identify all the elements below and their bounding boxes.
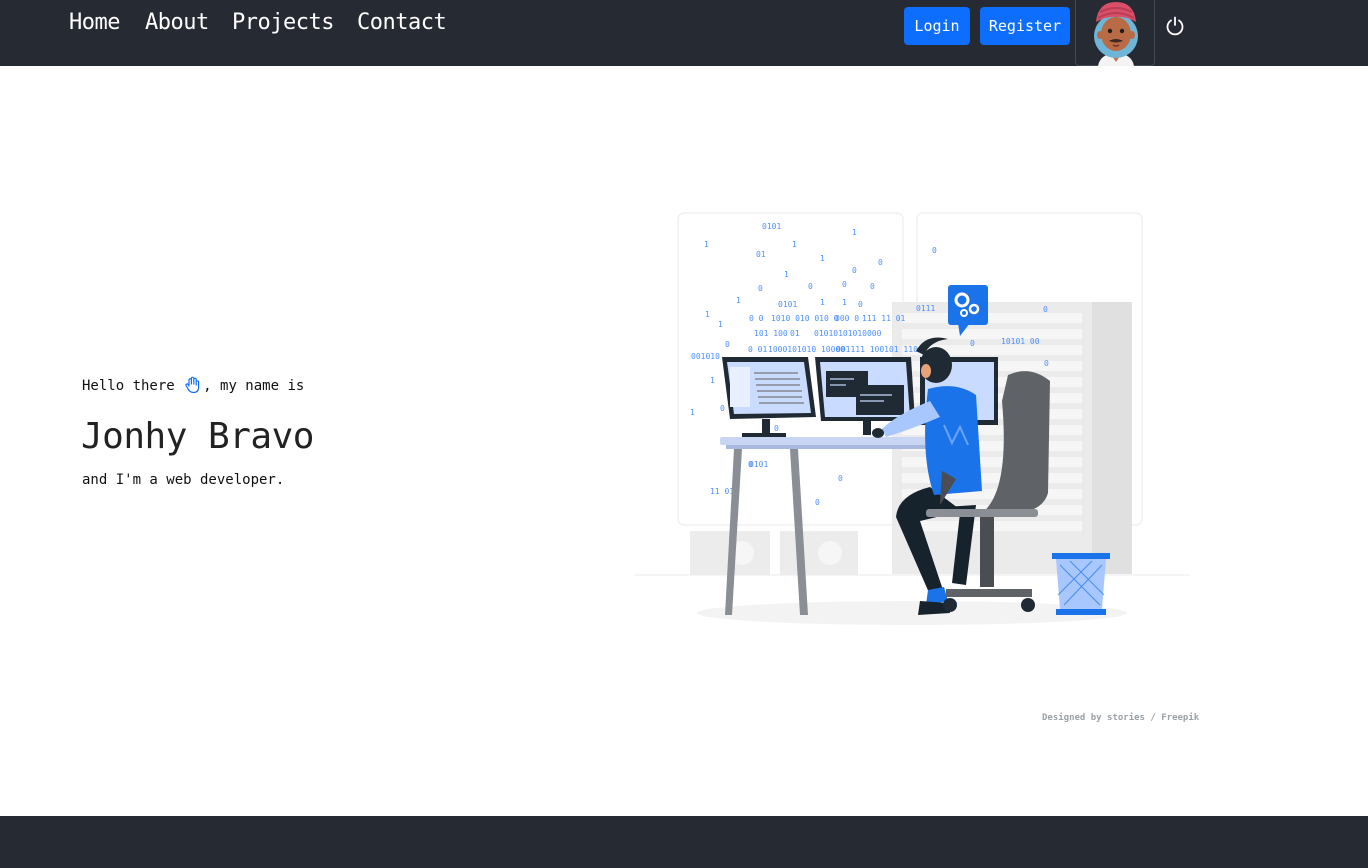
binary-digit: 0	[858, 300, 863, 309]
register-button[interactable]: Register	[980, 7, 1070, 45]
avatar-icon	[1094, 2, 1138, 66]
binary-digit: 1	[710, 376, 715, 385]
binary-digit: 01	[790, 329, 800, 338]
binary-digit: 001010	[691, 352, 720, 361]
binary-digit: 1	[852, 228, 857, 237]
binary-digit: 001111 100101 110	[836, 345, 918, 354]
binary-digit: 0	[870, 282, 875, 291]
binary-digit: 101 100	[754, 329, 788, 338]
binary-digit: 0	[720, 404, 725, 413]
power-icon[interactable]	[1164, 15, 1186, 37]
binary-digit: 0 01	[748, 345, 767, 354]
binary-digit: 1	[820, 254, 825, 263]
binary-digit: 0	[774, 424, 779, 433]
hero-tagline: and I'm a web developer.	[82, 472, 285, 488]
waste-basket	[1052, 553, 1110, 615]
binary-digit: 0	[758, 284, 763, 293]
credit-prefix: Designed by	[1042, 713, 1108, 723]
binary-digit: 1000101010 10000	[768, 345, 845, 354]
hero-name: Jonhy Bravo	[81, 416, 314, 457]
binary-digit: 0	[852, 266, 857, 275]
hand-wave-icon	[185, 376, 200, 394]
binary-digit: 0	[842, 280, 847, 289]
footer	[0, 816, 1368, 868]
binary-digit: 1	[718, 320, 723, 329]
greeting-before: Hello there	[82, 378, 184, 394]
binary-digit: 0 0	[749, 314, 764, 323]
greeting-after: , my name is	[203, 378, 305, 394]
binary-digit: 0	[1043, 305, 1048, 314]
binary-digit: 0	[815, 498, 820, 507]
binary-digit: 1	[820, 298, 825, 307]
nav-contact-link[interactable]: Contact	[357, 10, 447, 35]
binary-digit: 111 11 01	[862, 314, 906, 323]
binary-digit: 0101	[762, 222, 781, 231]
nav-projects-link[interactable]: Projects	[232, 10, 334, 35]
binary-digit: 10101 00	[1001, 337, 1040, 346]
binary-digit: 0	[725, 340, 730, 349]
binary-digit: 0101	[749, 460, 768, 469]
credit-separator: /	[1144, 713, 1162, 723]
binary-digit: 1	[704, 240, 709, 249]
binary-digit: 0	[838, 474, 843, 483]
binary-digit: 1010 010 010 0	[771, 314, 839, 323]
binary-digit: 1	[736, 296, 741, 305]
binary-digit: 0	[970, 339, 975, 348]
binary-digit: 01	[756, 250, 766, 259]
binary-digit: 1	[690, 408, 695, 417]
binary-digit: 0	[878, 258, 883, 267]
illustration-credit: Designed by stories / Freepik	[1042, 713, 1199, 723]
binary-digit: 0	[932, 246, 937, 255]
binary-digit: 1	[784, 270, 789, 279]
binary-digit: 0111	[916, 304, 935, 313]
binary-digit: 000 0	[835, 314, 859, 323]
binary-digit: 1	[792, 240, 797, 249]
developer-illustration: 0101 1 1 01 1 1 0 1 0 0 0 0 1 0 0101 1 1…	[635, 212, 1190, 625]
binary-digit: 1	[705, 310, 710, 319]
binary-digit: 0	[808, 282, 813, 291]
navbar: Home About Projects Contact Login Regist…	[0, 0, 1368, 66]
freepik-link[interactable]: Freepik	[1161, 713, 1199, 723]
nav-about-link[interactable]: About	[145, 10, 209, 35]
stories-link[interactable]: stories	[1107, 713, 1145, 723]
binary-digit: 0101	[778, 300, 797, 309]
binary-digit: 0	[1044, 359, 1049, 368]
binary-digit: 1	[842, 298, 847, 307]
login-button[interactable]: Login	[904, 7, 970, 45]
greeting-text: Hello there , my name is	[82, 376, 304, 394]
user-avatar-button[interactable]	[1075, 0, 1155, 66]
nav-home-link[interactable]: Home	[69, 10, 120, 35]
binary-digit: 01010101010000	[814, 329, 882, 338]
binary-digit: 11 01	[710, 487, 734, 496]
